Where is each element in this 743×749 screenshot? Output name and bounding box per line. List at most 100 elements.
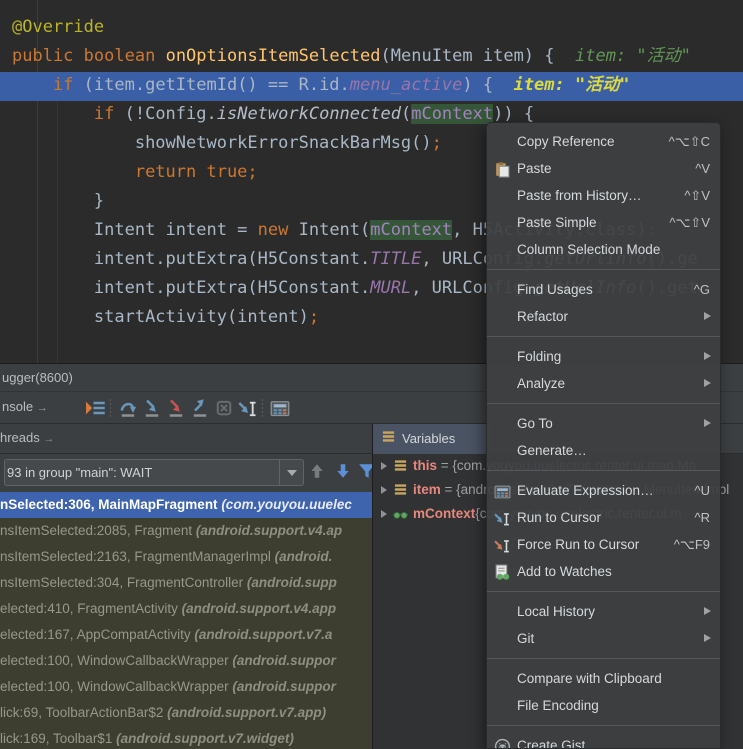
expand-triangle-icon[interactable] — [381, 486, 387, 494]
step-into-button[interactable] — [142, 398, 162, 418]
menu-item-paste[interactable]: Paste ^V — [487, 155, 720, 182]
variables-tab[interactable]: Variables — [373, 424, 490, 454]
run-to-cursor-icon — [238, 401, 256, 417]
menu-item-add-to-watches[interactable]: Add to Watches — [487, 558, 720, 585]
menu-item-force-run-to-cursor[interactable]: Force Run to Cursor ^⌥F9 — [487, 531, 720, 558]
force-step-into-icon — [169, 399, 183, 417]
menu-item-run-to-cursor[interactable]: Run to Cursor ^R — [487, 504, 720, 531]
next-frame-button[interactable] — [334, 462, 356, 484]
submenu-arrow-icon — [704, 352, 711, 360]
menu-item-label: Create Gist… — [517, 738, 599, 749]
code-token: ; — [308, 307, 320, 327]
code-token: mContext — [411, 104, 494, 124]
show-execution-point-icon — [86, 401, 105, 415]
menu-item-analyze[interactable]: Analyze — [487, 370, 720, 397]
frame-package: (android.support.v7.app) — [167, 705, 327, 720]
console-tab[interactable]: nsole → — [2, 399, 48, 414]
paste-icon — [494, 160, 511, 178]
menu-item-label: Evaluate Expression… — [517, 483, 654, 498]
step-out-button[interactable] — [190, 398, 210, 418]
frame-package: (android. — [274, 549, 333, 564]
threads-tab-arrow-icon: → — [43, 433, 55, 445]
show-execution-point-button[interactable] — [86, 398, 106, 418]
frame-row[interactable]: elected:410, FragmentActivity (android.s… — [0, 596, 372, 622]
frame-package: (android.suppor — [232, 653, 336, 668]
menu-item-column-selection-mode[interactable]: Column Selection Mode — [487, 236, 720, 263]
menu-item-folding[interactable]: Folding — [487, 343, 720, 370]
menu-item-paste-simple[interactable]: Paste Simple ^⌥⇧V — [487, 209, 720, 236]
step-into-icon — [145, 399, 159, 417]
variable-name: mContext — [413, 506, 476, 521]
expand-triangle-icon[interactable] — [381, 510, 387, 518]
submenu-arrow-icon — [704, 419, 711, 427]
frame-location: lick:69, ToolbarActionBar$2 — [0, 705, 168, 720]
menu-item-file-encoding[interactable]: File Encoding — [487, 692, 720, 719]
inline-debug-hint: item: "活动" — [575, 46, 691, 66]
code-token: (MenuItem item) { — [380, 46, 555, 66]
frame-row[interactable]: nsItemSelected:2085, Fragment (android.s… — [0, 518, 372, 544]
frame-row[interactable]: elected:100, WindowCallbackWrapper (andr… — [0, 674, 372, 700]
code-token: Intent( — [288, 220, 371, 240]
menu-item-shortcut: ^G — [693, 282, 710, 297]
frame-package: (android.support.v7.a — [194, 627, 333, 642]
frame-row[interactable]: lick:169, Toolbar$1 (android.support.v7.… — [0, 726, 372, 749]
code-line-execution: if (item.getItemId() == R.id.menu_active… — [0, 71, 743, 100]
menu-item-git[interactable]: Git — [487, 625, 720, 652]
menu-item-copy-reference[interactable]: Copy Reference ^⌥⇧C — [487, 128, 720, 155]
code-token: public — [12, 46, 74, 66]
expand-triangle-icon[interactable] — [381, 462, 387, 470]
threads-tab[interactable]: hreads → — [0, 430, 54, 445]
menu-separator — [487, 585, 720, 598]
menu-separator — [487, 397, 720, 410]
menu-item-compare-with-clipboard[interactable]: Compare with Clipboard — [487, 665, 720, 692]
evaluate-expression-button[interactable] — [270, 398, 290, 418]
menu-item-label: Analyze — [517, 376, 566, 391]
frame-location: lick:169, Toolbar$1 — [0, 731, 117, 746]
github-icon — [494, 737, 511, 748]
menu-item-label: Compare with Clipboard — [517, 671, 662, 686]
variable-equals: = — [440, 482, 457, 497]
menu-item-paste-from-history[interactable]: Paste from History… ^⇧V — [487, 182, 720, 209]
run-to-cursor-button[interactable] — [238, 398, 258, 418]
frame-row[interactable]: lick:69, ToolbarActionBar$2 (android.sup… — [0, 700, 372, 726]
code-token: return true; — [134, 162, 258, 182]
code-token: ; — [431, 133, 442, 153]
frame-row-selected[interactable]: nSelected:306, MainMapFragment (com.youy… — [0, 492, 372, 518]
frame-row[interactable]: nsItemSelected:2163, FragmentManagerImpl… — [0, 544, 372, 570]
code-token: if — [93, 104, 115, 124]
menu-item-label: Local History — [517, 604, 596, 619]
combo-dropdown-button[interactable] — [279, 460, 303, 485]
panel-splitter[interactable] — [372, 424, 373, 749]
menu-item-create-gist[interactable]: Create Gist… — [487, 732, 720, 749]
thread-selector-combo[interactable]: 93 in group "main": WAIT — [4, 459, 304, 486]
step-over-button[interactable] — [118, 398, 138, 418]
menu-item-local-history[interactable]: Local History — [487, 598, 720, 625]
menu-item-evaluate-expression[interactable]: Evaluate Expression… ^U — [487, 477, 720, 504]
code-token: new — [257, 220, 289, 240]
menu-item-refactor[interactable]: Refactor — [487, 303, 720, 330]
thread-combo-value: 93 in group "main": WAIT — [7, 465, 153, 480]
previous-frame-button[interactable] — [308, 462, 330, 484]
frame-row[interactable]: nsItemSelected:304, FragmentController (… — [0, 570, 372, 596]
code-line: @Override — [0, 13, 743, 42]
run-to-cursor-icon — [494, 509, 511, 526]
menu-item-generate[interactable]: Generate… — [487, 437, 720, 464]
evaluate-expression-icon — [270, 401, 290, 417]
frame-row[interactable]: elected:100, WindowCallbackWrapper (andr… — [0, 648, 372, 674]
menu-separator — [487, 330, 720, 343]
frame-location: elected:100, WindowCallbackWrapper — [0, 679, 233, 694]
drop-frame-button[interactable] — [214, 398, 234, 418]
code-token: intent.putExtra(H5Constant. — [93, 249, 371, 269]
menu-item-go-to[interactable]: Go To — [487, 410, 720, 437]
debugger-tab[interactable]: ugger(8600) — [0, 370, 73, 385]
toolbar-separator — [110, 399, 111, 417]
force-step-into-button[interactable] — [166, 398, 186, 418]
code-token: )) { — [493, 104, 535, 124]
frames-list: nSelected:306, MainMapFragment (com.youy… — [0, 492, 372, 749]
menu-item-find-usages[interactable]: Find Usages ^G — [487, 276, 720, 303]
variables-tab-label: Variables — [402, 431, 456, 446]
frame-row[interactable]: elected:167, AppCompatActivity (android.… — [0, 622, 372, 648]
menu-item-label: Find Usages — [517, 282, 593, 297]
